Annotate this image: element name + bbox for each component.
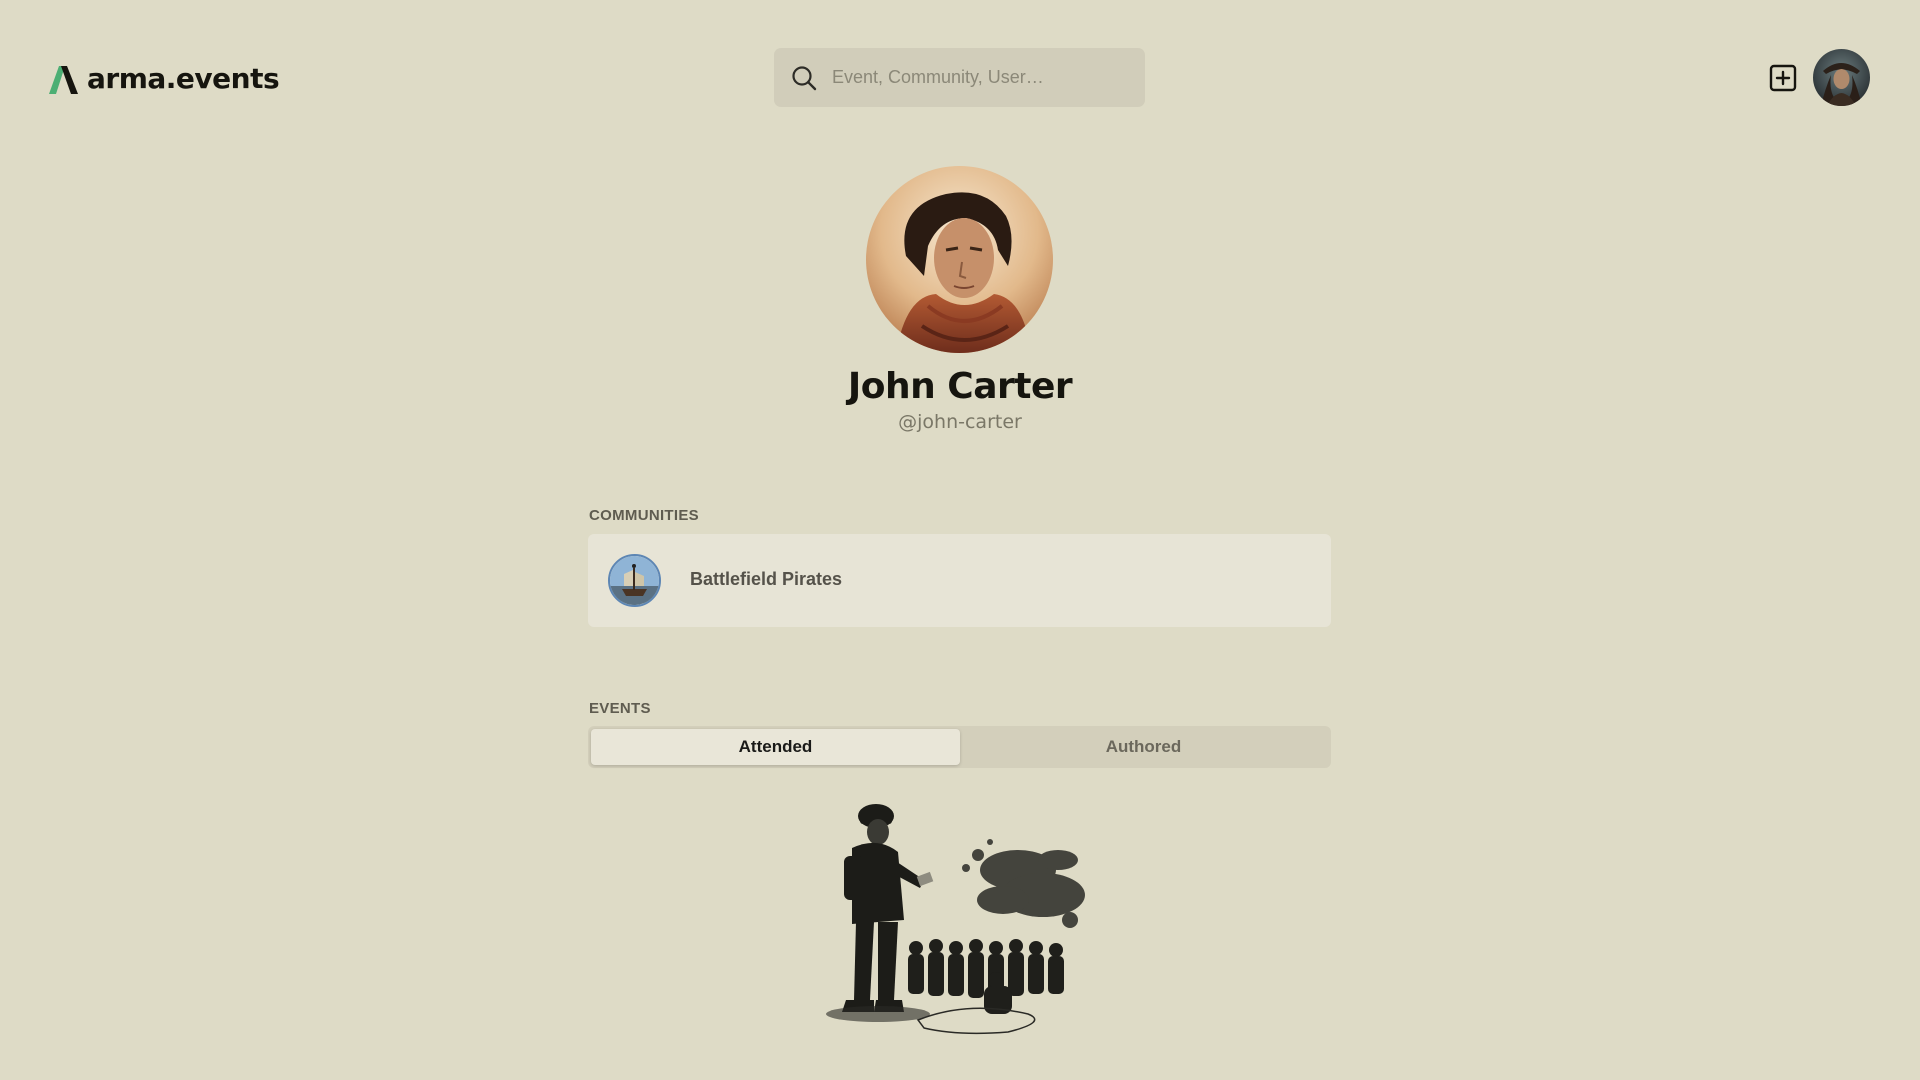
pirate-ship-icon — [610, 556, 659, 605]
profile-handle: @john-carter — [898, 411, 1022, 433]
plus-square-icon[interactable] — [1769, 64, 1797, 92]
community-name: Battlefield Pirates — [690, 569, 843, 589]
search-input[interactable] — [832, 48, 1132, 107]
search-bar[interactable] — [774, 48, 1145, 107]
avatar-image — [1813, 49, 1870, 106]
events-heading: EVENTS — [589, 700, 651, 717]
arma-logo-icon — [49, 66, 78, 94]
profile-avatar-image — [866, 166, 1053, 353]
soldier-illustration — [826, 804, 1085, 1035]
communities-heading: COMMUNITIES — [589, 507, 699, 524]
events-tabs: Attended Authored — [588, 726, 1331, 768]
profile-name: John Carter — [847, 366, 1073, 407]
community-item[interactable]: Battlefield Pirates — [588, 534, 1331, 627]
top-header: arma.events — [0, 0, 1920, 155]
tab-authored[interactable]: Authored — [959, 729, 1328, 765]
profile-avatar — [866, 166, 1053, 353]
community-avatar — [608, 554, 661, 607]
tab-attended[interactable]: Attended — [591, 729, 960, 765]
user-menu-avatar[interactable] — [1813, 49, 1870, 106]
site-name: arma.events — [87, 61, 280, 95]
search-icon — [792, 66, 817, 91]
site-logo[interactable]: arma.events — [49, 60, 280, 96]
